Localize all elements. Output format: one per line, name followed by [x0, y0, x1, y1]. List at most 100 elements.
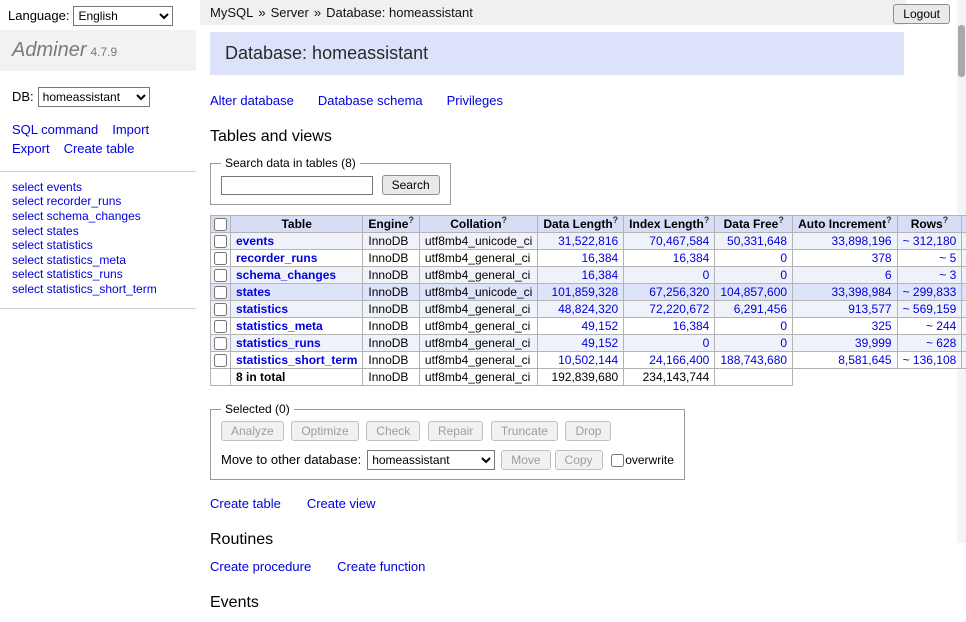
data-length-link[interactable]: 16,384 [581, 268, 618, 282]
data-length-link[interactable]: 16,384 [581, 251, 618, 265]
table-link[interactable]: statistics_runs [236, 336, 321, 350]
row-checkbox[interactable] [214, 320, 227, 333]
data-length-link[interactable]: 101,859,328 [551, 285, 618, 299]
auto-increment-link[interactable]: 325 [872, 319, 892, 333]
import-link[interactable]: Import [112, 122, 149, 137]
data-free-link[interactable]: 188,743,680 [720, 353, 787, 367]
auto-increment-link[interactable]: 39,999 [855, 336, 892, 350]
rows-link[interactable]: ~ 5 [939, 251, 956, 265]
rows-link[interactable]: ~ 299,833 [903, 285, 957, 299]
help-icon[interactable]: ? [886, 216, 892, 226]
row-checkbox[interactable] [214, 303, 227, 316]
data-free-link[interactable]: 0 [780, 268, 787, 282]
auto-increment-link[interactable]: 33,898,196 [832, 234, 892, 248]
help-icon[interactable]: ? [704, 216, 710, 226]
index-length-link[interactable]: 16,384 [673, 319, 710, 333]
index-length-link[interactable]: 70,467,584 [649, 234, 709, 248]
breadcrumb-mysql[interactable]: MySQL [210, 5, 253, 20]
help-icon[interactable]: ? [613, 216, 619, 226]
data-free-link[interactable]: 104,857,600 [720, 285, 787, 299]
auto-increment-link[interactable]: 8,581,645 [838, 353, 891, 367]
table-link[interactable]: statistics [236, 302, 288, 316]
move-button[interactable]: Move [501, 450, 550, 470]
rows-link[interactable]: ~ 244 [926, 319, 956, 333]
create-view-link[interactable]: Create view [307, 496, 376, 511]
data-free-link[interactable]: 6,291,456 [734, 302, 787, 316]
sidebar-item-select-recorder-runs[interactable]: select recorder_runs [12, 194, 184, 209]
auto-increment-link[interactable]: 33,398,984 [832, 285, 892, 299]
select-all-checkbox[interactable] [214, 218, 227, 231]
row-checkbox[interactable] [214, 354, 227, 367]
create-table-link-main[interactable]: Create table [210, 496, 281, 511]
index-length-link[interactable]: 24,166,400 [649, 353, 709, 367]
sidebar-item-select-statistics-meta[interactable]: select statistics_meta [12, 253, 184, 268]
privileges-link[interactable]: Privileges [447, 93, 503, 108]
data-free-link[interactable]: 0 [780, 336, 787, 350]
create-table-link[interactable]: Create table [64, 141, 135, 156]
create-procedure-link[interactable]: Create procedure [210, 559, 311, 574]
auto-increment-link[interactable]: 378 [872, 251, 892, 265]
index-length-link[interactable]: 72,220,672 [649, 302, 709, 316]
index-length-link[interactable]: 0 [703, 336, 710, 350]
index-length-link[interactable]: 0 [703, 268, 710, 282]
table-link[interactable]: statistics_short_term [236, 353, 357, 367]
sidebar-item-select-statistics-short-term[interactable]: select statistics_short_term [12, 282, 184, 297]
database-schema-link[interactable]: Database schema [318, 93, 423, 108]
index-length-link[interactable]: 16,384 [673, 251, 710, 265]
data-free-link[interactable]: 0 [780, 251, 787, 265]
row-checkbox[interactable] [214, 269, 227, 282]
table-link[interactable]: events [236, 234, 274, 248]
data-length-link[interactable]: 10,502,144 [558, 353, 618, 367]
optimize-button[interactable]: Optimize [291, 421, 358, 441]
table-link[interactable]: schema_changes [236, 268, 336, 282]
data-free-link[interactable]: 50,331,648 [727, 234, 787, 248]
help-icon[interactable]: ? [778, 216, 784, 226]
sidebar-item-select-states[interactable]: select states [12, 224, 184, 239]
create-function-link[interactable]: Create function [337, 559, 425, 574]
help-icon[interactable]: ? [502, 216, 508, 226]
auto-increment-link[interactable]: 6 [885, 268, 892, 282]
search-input[interactable] [221, 176, 373, 195]
search-button[interactable]: Search [382, 175, 440, 195]
language-select[interactable]: English [73, 6, 173, 26]
db-select[interactable]: homeassistant [38, 87, 150, 107]
rows-link[interactable]: ~ 136,108 [903, 353, 957, 367]
row-checkbox[interactable] [214, 235, 227, 248]
logout-button[interactable]: Logout [893, 4, 950, 24]
sidebar-item-select-statistics-runs[interactable]: select statistics_runs [12, 267, 184, 282]
rows-link[interactable]: ~ 628 [926, 336, 956, 350]
help-icon[interactable]: ? [408, 216, 414, 226]
data-length-link[interactable]: 49,152 [581, 336, 618, 350]
row-checkbox[interactable] [214, 337, 227, 350]
analyze-button[interactable]: Analyze [221, 421, 284, 441]
breadcrumb-server[interactable]: Server [271, 5, 309, 20]
copy-button[interactable]: Copy [555, 450, 603, 470]
truncate-button[interactable]: Truncate [491, 421, 558, 441]
data-length-link[interactable]: 31,522,816 [558, 234, 618, 248]
data-length-link[interactable]: 48,824,320 [558, 302, 618, 316]
sidebar-item-select-schema-changes[interactable]: select schema_changes [12, 209, 184, 224]
table-link[interactable]: statistics_meta [236, 319, 323, 333]
scrollbar-thumb[interactable] [958, 25, 965, 77]
overwrite-checkbox[interactable] [611, 454, 624, 467]
export-link[interactable]: Export [12, 141, 50, 156]
sql-command-link[interactable]: SQL command [12, 122, 98, 137]
row-checkbox[interactable] [214, 286, 227, 299]
alter-database-link[interactable]: Alter database [210, 93, 294, 108]
data-free-link[interactable]: 0 [780, 319, 787, 333]
table-link[interactable]: recorder_runs [236, 251, 317, 265]
drop-button[interactable]: Drop [565, 421, 611, 441]
auto-increment-link[interactable]: 913,577 [848, 302, 891, 316]
data-length-link[interactable]: 49,152 [581, 319, 618, 333]
repair-button[interactable]: Repair [428, 421, 483, 441]
sidebar-item-select-events[interactable]: select events [12, 180, 184, 195]
row-checkbox[interactable] [214, 252, 227, 265]
rows-link[interactable]: ~ 312,180 [903, 234, 957, 248]
help-icon[interactable]: ? [943, 216, 949, 226]
sidebar-item-select-statistics[interactable]: select statistics [12, 238, 184, 253]
move-db-select[interactable]: homeassistant [367, 450, 495, 470]
rows-link[interactable]: ~ 3 [939, 268, 956, 282]
check-button[interactable]: Check [366, 421, 420, 441]
table-link[interactable]: states [236, 285, 271, 299]
index-length-link[interactable]: 67,256,320 [649, 285, 709, 299]
